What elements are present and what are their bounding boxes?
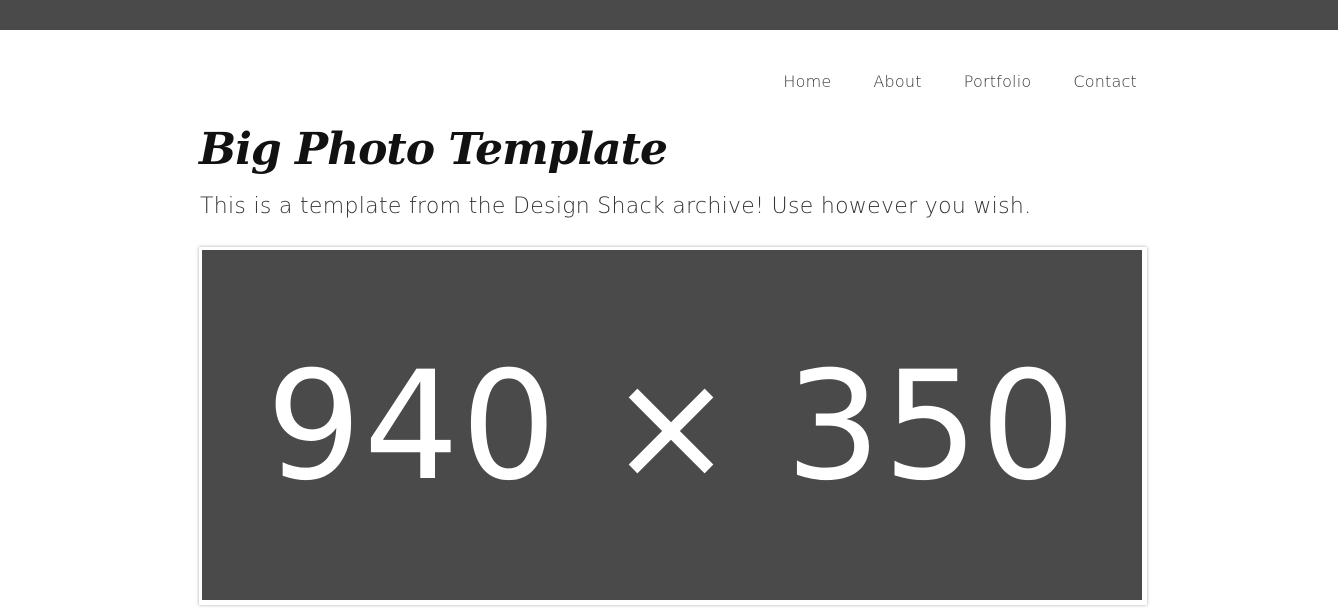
nav-home-link[interactable]: Home [783,72,831,91]
nav-portfolio-link[interactable]: Portfolio [964,72,1032,91]
hero-photo-placeholder: 940 × 350 [202,250,1142,600]
main-nav: Home About Portfolio Contact [783,72,1137,91]
nav-contact-link[interactable]: Contact [1073,72,1137,91]
top-bar [0,0,1338,30]
placeholder-dimensions-label: 940 × 350 [266,340,1078,514]
hero-photo-frame: 940 × 350 [199,247,1147,605]
page-subtitle: This is a template from the Design Shack… [200,194,1032,219]
page-title: Big Photo Template [199,124,668,175]
nav-about-link[interactable]: About [873,72,921,91]
